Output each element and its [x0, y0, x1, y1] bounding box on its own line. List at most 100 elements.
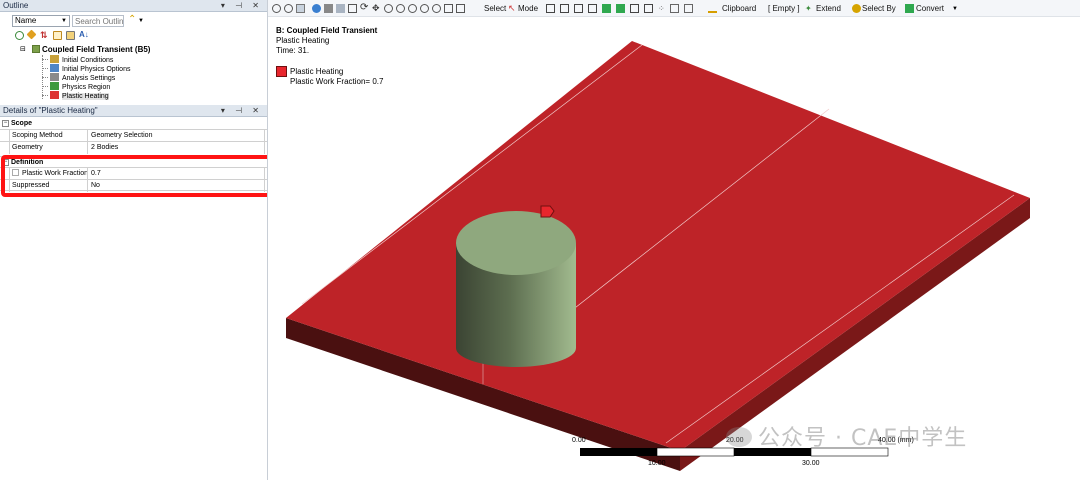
- alphabetic-sort-icon[interactable]: A↓: [79, 30, 89, 39]
- select-edge-icon[interactable]: [560, 4, 569, 13]
- expand-all-icon[interactable]: [53, 31, 62, 40]
- tree-root-coupled-field-transient[interactable]: Coupled Field Transient (B5): [20, 45, 150, 54]
- dropdown-chevron-icon[interactable]: ▼: [138, 18, 147, 27]
- tree-connector: [42, 68, 48, 69]
- edge-mode-icon[interactable]: [336, 4, 345, 13]
- detail-row-scoping-method[interactable]: Scoping Method Geometry Selection: [0, 129, 267, 142]
- select-element-icon[interactable]: [616, 4, 625, 13]
- select-by-dropdown[interactable]: Select By: [862, 3, 896, 14]
- zoom-icon[interactable]: [284, 4, 293, 13]
- red-highlight-box: [1, 155, 280, 197]
- outline-tree: ⊟ Coupled Field Transient (B5) Initial C…: [0, 43, 260, 103]
- analysis-icon: [32, 45, 40, 53]
- zoom-box-icon[interactable]: [408, 4, 417, 13]
- select-by-icon[interactable]: [852, 4, 861, 13]
- zoom-in-icon[interactable]: [384, 4, 393, 13]
- select-button[interactable]: Select: [484, 3, 506, 14]
- tree-connector: [42, 77, 48, 78]
- select-body-icon[interactable]: [588, 4, 597, 13]
- sort-icon[interactable]: ⇅: [40, 30, 49, 40]
- analysis-title: B: Coupled Field Transient: [276, 26, 378, 35]
- rotate-icon[interactable]: ⟳: [360, 3, 369, 13]
- empty-clipboard-button[interactable]: [ Empty ]: [768, 3, 800, 14]
- graphics-viewport[interactable]: B: Coupled Field Transient Plastic Heati…: [268, 18, 1080, 480]
- select-element-face-icon[interactable]: [602, 4, 611, 13]
- tree-root-label: Coupled Field Transient (B5): [42, 45, 151, 54]
- search-outline-input[interactable]: [72, 15, 124, 27]
- legend-detail: Plastic Work Fraction= 0.7: [290, 77, 384, 86]
- filter-combo-value: Name: [15, 16, 37, 25]
- magnifier-icon[interactable]: [432, 4, 441, 13]
- extend-dropdown[interactable]: Extend: [816, 3, 841, 14]
- detail-value[interactable]: 2 Bodies: [89, 142, 265, 154]
- object-name: Plastic Heating: [276, 36, 330, 45]
- folder-icon[interactable]: [66, 31, 75, 40]
- previous-view-icon[interactable]: [444, 4, 453, 13]
- initial-conditions-icon: [50, 55, 59, 63]
- clear-selection-icon[interactable]: [684, 4, 693, 13]
- outline-window-controls[interactable]: ▾ ⊣ ✕: [221, 0, 263, 12]
- scale-segment: [656, 447, 735, 457]
- next-view-icon[interactable]: [456, 4, 465, 13]
- zoom-to-fit-icon[interactable]: [420, 4, 429, 13]
- zoom-out-icon[interactable]: [396, 4, 405, 13]
- refresh-icon[interactable]: [15, 31, 24, 40]
- wechat-icon: [726, 427, 752, 447]
- tree-connector: [42, 95, 48, 96]
- details-panel-title: Details of "Plastic Heating" ▾ ⊣ ✕: [0, 105, 267, 117]
- outline-title-text: Outline: [3, 1, 29, 10]
- plate-top-face[interactable]: [286, 41, 1030, 451]
- physics-region-icon: [50, 82, 59, 90]
- iso-view-icon[interactable]: [312, 4, 321, 13]
- tree-item-label: Plastic Heating: [62, 93, 109, 100]
- clipboard-dropdown[interactable]: Clipboard: [722, 3, 756, 14]
- viewport-annotation: B: Coupled Field Transient Plastic Heati…: [276, 26, 377, 56]
- box-select-icon[interactable]: [670, 4, 679, 13]
- tree-connector: [42, 86, 48, 87]
- render-mode-icon[interactable]: [324, 4, 333, 13]
- watermark-text: 公众号 · CAE中学生: [758, 426, 968, 451]
- tree-item-label: Initial Physics Options: [62, 66, 131, 73]
- details-title-text: Details of "Plastic Heating": [3, 106, 98, 115]
- collapse-icon[interactable]: −: [2, 120, 9, 127]
- select-node-icon[interactable]: [630, 4, 639, 13]
- scale-label-10: 10.00: [648, 460, 666, 467]
- legend-swatch: [276, 66, 287, 77]
- pan-icon[interactable]: ✥: [372, 4, 381, 13]
- group-scope[interactable]: − Scope: [0, 118, 267, 129]
- physics-options-icon: [50, 64, 59, 72]
- tree-item-plastic-heating[interactable]: Plastic Heating: [50, 91, 109, 101]
- left-pane: Outline ▾ ⊣ ✕ Name ▼ ⌃ ▼ ⇅ A↓ ⊟ Coupled …: [0, 0, 280, 480]
- cube-view-icon[interactable]: [296, 4, 305, 13]
- tree-item-label: Physics Region: [62, 84, 111, 91]
- outline-filter-combo[interactable]: Name ▼: [12, 15, 70, 27]
- tag-icon[interactable]: [26, 29, 37, 40]
- select-mesh-icon[interactable]: [644, 4, 653, 13]
- graphics-toolbar: ⟳ ✥ Select ↖ Mode ⁘ Clipboard [ Empty ] …: [268, 0, 1080, 17]
- model-scene[interactable]: [268, 18, 1080, 480]
- extend-icon[interactable]: ✦: [805, 4, 814, 13]
- group-label: Scope: [11, 120, 33, 127]
- tree-item-label: Analysis Settings: [62, 75, 116, 82]
- select-face-icon[interactable]: [574, 4, 583, 13]
- details-window-controls[interactable]: ▾ ⊣ ✕: [221, 105, 263, 117]
- cylinder-top-face[interactable]: [456, 211, 576, 275]
- convert-dropdown[interactable]: Convert: [916, 3, 944, 14]
- detail-row-geometry[interactable]: Geometry 2 Bodies: [0, 141, 267, 154]
- tree-item-label: Initial Conditions: [62, 57, 114, 64]
- cursor-mode-icon[interactable]: ↖: [508, 4, 517, 13]
- scale-label-30: 30.00: [802, 460, 820, 467]
- plastic-heating-icon: [50, 91, 59, 99]
- pick-icon[interactable]: ⁘: [658, 4, 667, 13]
- mode-dropdown[interactable]: Mode: [518, 3, 538, 14]
- select-vertex-icon[interactable]: [546, 4, 555, 13]
- convert-icon[interactable]: [905, 4, 914, 13]
- wireframe-icon[interactable]: [348, 4, 357, 13]
- watermark: 公众号 · CAE中学生: [726, 420, 967, 452]
- toolbar-overflow-icon[interactable]: ▼: [952, 4, 961, 13]
- search-up-icon[interactable]: ⌃: [128, 15, 137, 25]
- zoom-fit-icon[interactable]: [272, 4, 281, 13]
- chevron-down-icon: ▼: [61, 18, 67, 24]
- clipboard-chart-icon[interactable]: [708, 4, 717, 13]
- outline-toolbar: Name ▼ ⌃ ▼: [0, 13, 267, 29]
